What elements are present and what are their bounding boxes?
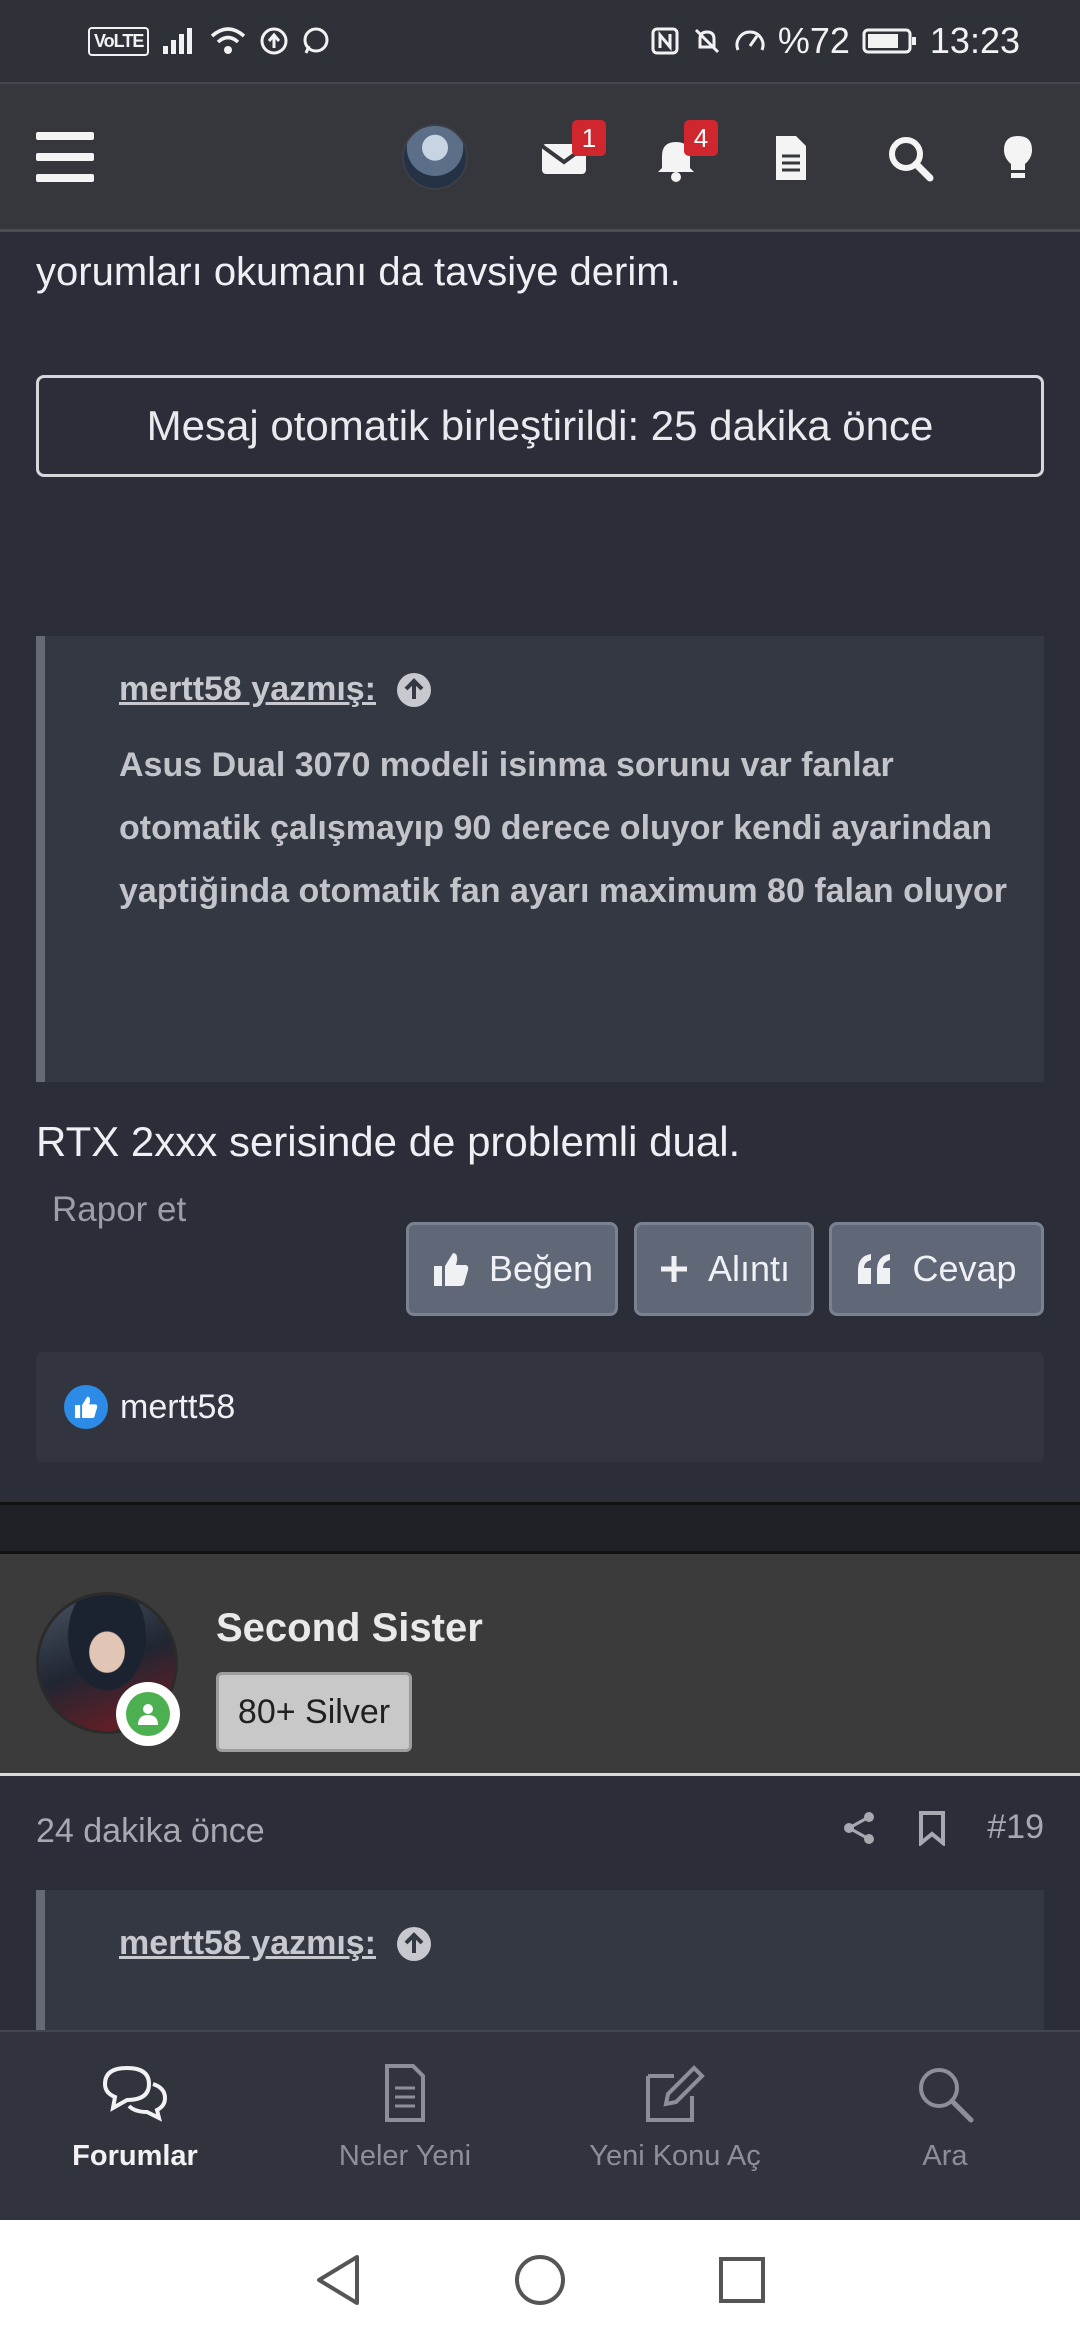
go-to-quote-icon[interactable] — [396, 672, 432, 708]
search-icon[interactable] — [882, 130, 938, 186]
signal-icon — [163, 28, 193, 54]
system-navigation — [0, 2220, 1080, 2340]
quote-author-link[interactable]: mertt58 yazmış: — [119, 670, 376, 709]
post-text-tail: yorumları okumanı da tavsiye derim. — [36, 250, 681, 294]
post-author-bar: Second Sister 80+ Silver — [0, 1554, 1080, 1776]
bottom-navigation: Forumlar Neler Yeni Yeni Konu Aç Ara — [0, 2030, 1080, 2220]
home-icon[interactable] — [513, 2253, 567, 2307]
like-label: Beğen — [488, 1248, 594, 1289]
quote-label: Alıntı — [707, 1248, 791, 1289]
quote-block: mertt58 yazmış: Asus Dual 3070 modeli is… — [36, 636, 1044, 1082]
document-icon — [385, 2064, 425, 2122]
clock: 13:23 — [929, 20, 1020, 61]
recents-icon[interactable] — [717, 2255, 767, 2305]
reactions-bar: mertt58 — [36, 1352, 1044, 1462]
back-icon[interactable] — [313, 2253, 363, 2307]
nav-search-label: Ara — [922, 2140, 968, 2172]
whats-new-icon[interactable] — [762, 130, 818, 186]
quote-button[interactable]: Alıntı — [634, 1222, 814, 1316]
quote-header: mertt58 yazmış: — [119, 670, 432, 709]
search-icon — [919, 2068, 974, 2123]
nav-whats-new-label: Neler Yeni — [338, 2140, 472, 2172]
data-saver-icon — [260, 27, 288, 55]
post-actions: #19 — [841, 1808, 1044, 1847]
mute-icon — [694, 28, 719, 54]
report-link[interactable]: Rapor et — [52, 1190, 186, 1230]
app-header: 1 4 — [0, 82, 1080, 232]
reply-label: Cevap — [912, 1248, 1017, 1289]
alerts-icon[interactable]: 4 — [648, 120, 718, 186]
merged-notice: Mesaj otomatik birleştirildi: 25 dakika … — [36, 375, 1044, 477]
thumbs-up-icon — [433, 1253, 469, 1286]
share-icon[interactable] — [841, 1810, 877, 1846]
nav-search[interactable]: Ara — [810, 2032, 1080, 2222]
like-reaction-icon — [64, 1385, 108, 1429]
nav-new-thread[interactable]: Yeni Konu Aç — [540, 2032, 810, 2222]
status-bar: VoLTE %72 13:23 — [0, 0, 1080, 82]
nav-forums-label: Forumlar — [72, 2140, 198, 2172]
speed-icon — [735, 30, 765, 51]
user-avatar[interactable] — [402, 124, 468, 190]
whatsapp-icon — [303, 27, 329, 54]
quote-mark-icon — [858, 1254, 891, 1284]
forums-icon — [102, 2065, 168, 2122]
nav-whats-new[interactable]: Neler Yeni — [270, 2032, 540, 2222]
plus-icon — [660, 1256, 687, 1282]
author-username[interactable]: Second Sister — [216, 1606, 483, 1651]
quote-author-link-2[interactable]: mertt58 yazmış: — [119, 1924, 376, 1963]
post-number[interactable]: #19 — [987, 1808, 1044, 1847]
messages-badge: 1 — [572, 120, 606, 156]
quote-body: Asus Dual 3070 modeli isinma sorunu var … — [119, 746, 1008, 910]
messages-icon[interactable]: 1 — [536, 120, 606, 186]
edit-icon — [646, 2065, 705, 2122]
wifi-icon — [211, 27, 246, 54]
battery-icon — [862, 28, 916, 54]
online-status-icon — [116, 1682, 180, 1746]
post-reply-text: RTX 2xxx serisinde de problemli dual. — [36, 1118, 741, 1165]
battery-percent: %72 — [777, 20, 850, 61]
reaction-user[interactable]: mertt58 — [120, 1388, 235, 1427]
style-toggle-icon[interactable] — [990, 130, 1046, 186]
nfc-icon — [651, 27, 679, 55]
reply-button[interactable]: Cevap — [829, 1222, 1044, 1316]
menu-icon[interactable] — [36, 132, 94, 184]
go-to-quote-icon[interactable] — [396, 1926, 432, 1962]
alerts-badge: 4 — [684, 120, 718, 156]
bookmark-icon[interactable] — [917, 1810, 947, 1846]
author-title-badge: 80+ Silver — [216, 1672, 412, 1752]
like-button[interactable]: Beğen — [406, 1222, 618, 1316]
status-left: VoLTE — [88, 26, 331, 56]
post-separator — [0, 1502, 1080, 1554]
nav-forums[interactable]: Forumlar — [0, 2032, 270, 2222]
volte-indicator: VoLTE — [88, 26, 150, 56]
nav-new-thread-label: Yeni Konu Aç — [589, 2140, 761, 2172]
status-right: %72 13:23 — [650, 20, 1020, 62]
quote-header-2: mertt58 yazmış: — [119, 1924, 432, 1963]
post-timestamp[interactable]: 24 dakika önce — [36, 1812, 265, 1851]
